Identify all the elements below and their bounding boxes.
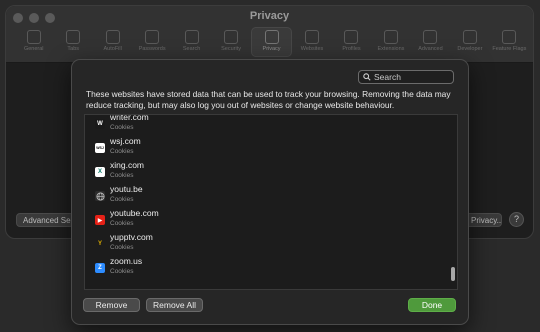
key-icon — [145, 30, 160, 44]
website-data-sheet: These websites have stored data that can… — [71, 59, 469, 325]
globe-icon — [305, 30, 320, 44]
favicon-icon: W — [95, 119, 105, 129]
toolbar-item-label: Feature Flags — [492, 46, 527, 52]
data-kind-label: Cookies — [110, 268, 134, 275]
toolbar-item-label: Passwords — [138, 46, 166, 52]
puzzle-icon — [383, 30, 398, 44]
window-title: Privacy — [249, 10, 290, 22]
site-name: xing.com — [110, 160, 145, 170]
toolbar-item-label: Search — [182, 46, 201, 52]
site-name: wsj.com — [110, 136, 141, 146]
help-button[interactable]: ? — [509, 212, 524, 227]
toolbar-item-security[interactable]: Security — [211, 28, 250, 52]
toolbar-item-developer[interactable]: Developer — [450, 28, 489, 52]
favicon-icon: Z — [95, 263, 105, 273]
toolbar-item-label: Security — [221, 46, 242, 52]
favicon-icon: X — [95, 167, 105, 177]
toolbar-item-label: General — [23, 46, 44, 52]
scrollbar[interactable] — [450, 115, 455, 287]
preferences-toolbar: General Tabs AutoFill Passwords Search Securi… — [14, 27, 529, 58]
gear-icon — [423, 30, 438, 44]
toolbar-item-profiles[interactable]: Profiles — [332, 28, 371, 52]
person-icon — [344, 30, 359, 44]
data-kind-label: Cookies — [110, 124, 134, 131]
pencil-icon — [105, 30, 120, 44]
site-name: yupptv.com — [110, 232, 153, 242]
search-icon — [363, 73, 371, 81]
search-icon — [184, 30, 199, 44]
data-kind-label: Cookies — [110, 244, 134, 251]
toolbar-item-label: Advanced — [418, 46, 443, 52]
toolbar-item-autofill[interactable]: AutoFill — [93, 28, 132, 52]
hammer-icon — [462, 30, 477, 44]
remove-all-button[interactable]: Remove All — [146, 298, 203, 312]
data-kind-label: Cookies — [110, 172, 134, 179]
toolbar-item-extensions[interactable]: Extensions — [371, 28, 410, 52]
search-input[interactable] — [374, 72, 444, 82]
titlebar: Privacy General Tabs AutoFill Passwords Sear… — [6, 6, 533, 63]
favicon-icon: Y — [95, 239, 105, 249]
toolbar-item-advanced[interactable]: Advanced — [411, 28, 450, 52]
remove-button[interactable]: Remove — [83, 298, 140, 312]
toolbar-item-label: Privacy — [262, 46, 281, 52]
toolbar-item-feature-flags[interactable]: Feature Flags — [490, 28, 529, 52]
toolbar-item-label: Websites — [300, 46, 324, 52]
website-list[interactable]: Zzoom.us Cookies Yyupptv.com Cookies ▶ youtub… — [84, 114, 458, 290]
data-kind-label: Cookies — [110, 220, 134, 227]
toolbar-item-label: Profiles — [342, 46, 361, 52]
advanced-settings-button[interactable]: Advanced Se — [16, 213, 74, 227]
toolbar-item-label: Extensions — [377, 46, 405, 52]
favicon-icon: ▶ — [95, 215, 105, 225]
toolbar-item-search[interactable]: Search — [172, 28, 211, 52]
toolbar-item-label: Tabs — [67, 46, 80, 52]
lock-icon — [224, 30, 239, 44]
site-name: zoom.us — [110, 256, 143, 266]
toolbar-item-tabs[interactable]: Tabs — [53, 28, 92, 52]
toolbar-item-label: Developer — [457, 46, 483, 52]
data-kind-label: Cookies — [110, 148, 134, 155]
hand-icon — [264, 30, 279, 44]
scrollbar-thumb[interactable] — [451, 267, 455, 281]
site-name: writer.com — [110, 114, 149, 122]
toolbar-item-passwords[interactable]: Passwords — [132, 28, 171, 52]
toolbar-item-privacy[interactable]: Privacy — [250, 27, 293, 57]
sheet-description: These websites have stored data that can… — [86, 89, 451, 110]
switch-icon — [26, 30, 41, 44]
site-name: youtu.be — [110, 184, 143, 194]
favicon-icon — [95, 191, 105, 201]
done-button[interactable]: Done — [408, 298, 456, 312]
data-kind-label: Cookies — [110, 196, 134, 203]
site-name: youtube.com — [110, 208, 159, 218]
tabs-icon — [66, 30, 81, 44]
favicon-icon: WSJ — [95, 143, 105, 153]
flag-icon — [502, 30, 517, 44]
toolbar-item-label: AutoFill — [103, 46, 122, 52]
toolbar-item-general[interactable]: General — [14, 28, 53, 52]
toolbar-item-websites[interactable]: Websites — [292, 28, 331, 52]
search-field[interactable] — [358, 70, 454, 84]
